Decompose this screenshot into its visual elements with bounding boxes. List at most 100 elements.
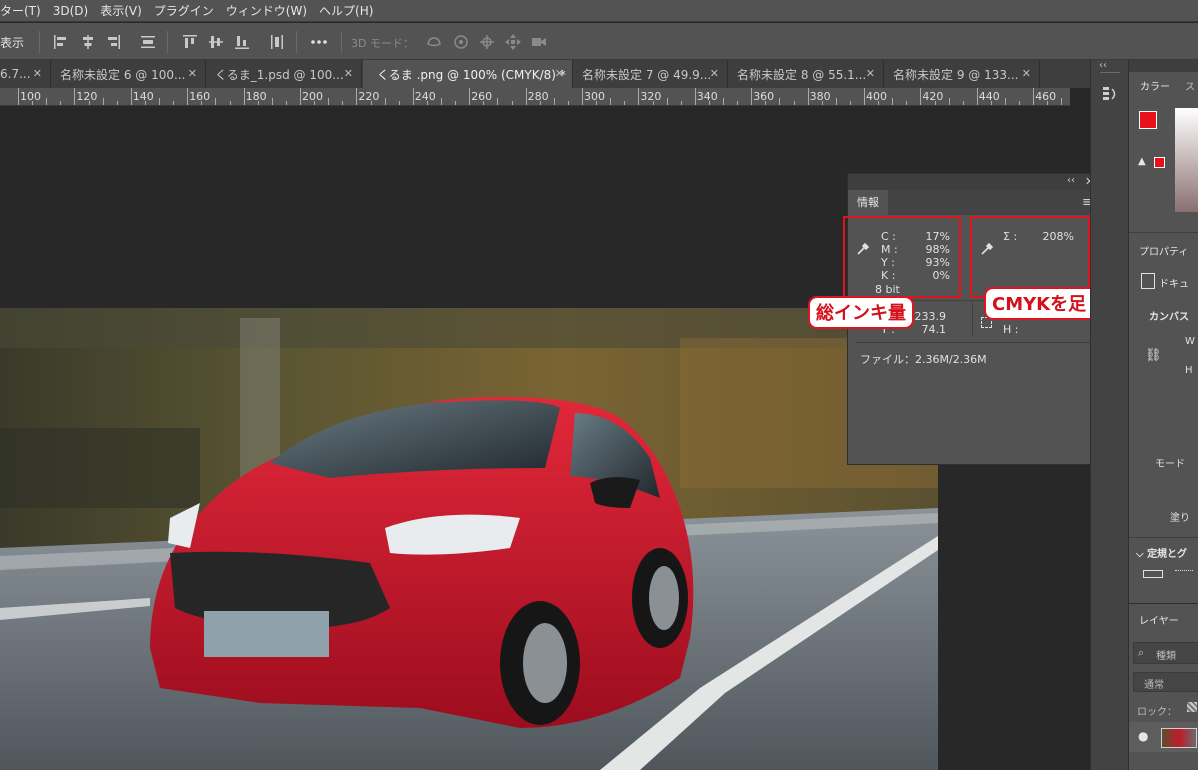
ruler-minor-tick	[455, 101, 457, 105]
collapse-icon[interactable]: ‹‹	[1099, 60, 1107, 71]
close-icon[interactable]: ✕	[33, 67, 42, 80]
show-transform-label[interactable]: 表示	[0, 34, 24, 51]
ruler-icon[interactable]	[1143, 570, 1163, 578]
close-icon[interactable]: ✕	[710, 67, 719, 80]
ruler-minor-tick	[314, 101, 316, 105]
align-vcenter-icon[interactable]	[207, 33, 225, 51]
close-icon[interactable]: ✕	[866, 67, 875, 80]
tab-color[interactable]: カラー	[1140, 78, 1170, 93]
menu-view[interactable]: 表示(V)	[100, 2, 150, 19]
rulers-grids-section[interactable]: ⌵ 定規とグ	[1136, 545, 1187, 560]
close-icon[interactable]: ✕	[188, 67, 197, 80]
properties-label[interactable]: プロパティ	[1139, 243, 1188, 258]
ruler-minor-tick	[483, 101, 485, 105]
horizontal-ruler[interactable]: 100 120 140 160 180 200 220 240 260 280 300 320 340 3…	[0, 88, 1070, 106]
ruler-minor-tick	[948, 98, 950, 105]
camera-3d-icon[interactable]	[530, 33, 548, 51]
lock-transparent-icon[interactable]	[1187, 702, 1197, 712]
3d-mode-label: 3D モード：	[351, 37, 414, 50]
more-options-icon[interactable]	[310, 33, 328, 51]
align-bottom-icon[interactable]	[233, 33, 251, 51]
ruler-label: 140	[132, 90, 154, 103]
menu-filter[interactable]: ター(T)	[0, 2, 49, 19]
menu-3d[interactable]: 3D(D)	[53, 4, 96, 18]
ruler-label: 300	[584, 90, 605, 103]
search-icon: ⌕	[1138, 646, 1145, 659]
ruler-minor-tick	[680, 101, 682, 105]
ruler-major-tick	[751, 88, 753, 105]
ruler-label: 440	[978, 90, 1000, 103]
ruler-major-tick	[130, 88, 132, 105]
ruler-minor-tick	[426, 101, 428, 105]
ruler-minor-tick	[229, 101, 231, 105]
slide-3d-icon[interactable]	[504, 33, 522, 51]
ruler-minor-tick	[88, 101, 90, 105]
tab-doc-7[interactable]: 名称未設定 9 @ 133... ✕	[885, 60, 1040, 88]
close-icon[interactable]: ✕	[555, 67, 564, 80]
ruler-minor-tick	[497, 98, 499, 105]
foreground-color-swatch[interactable]	[1139, 111, 1157, 129]
ruler-minor-tick	[32, 101, 34, 105]
ruler-minor-tick	[567, 101, 569, 105]
menu-window[interactable]: ウィンドウ(W)	[226, 2, 315, 19]
tab-doc-5[interactable]: 名称未設定 7 @ 49.9... ✕	[574, 60, 728, 88]
close-icon[interactable]: ✕	[1022, 67, 1031, 80]
gamut-warning-swatch[interactable]	[1154, 157, 1165, 168]
ruler-minor-tick	[553, 98, 555, 105]
tab-doc-6[interactable]: 名称未設定 8 @ 55.1... ✕	[729, 60, 884, 88]
ruler-minor-tick	[342, 101, 344, 105]
grid-icon[interactable]	[1175, 570, 1193, 578]
visibility-eye-icon[interactable]: ●	[1138, 729, 1148, 743]
total-ink-highlight	[843, 216, 961, 298]
roll-3d-icon[interactable]	[452, 33, 470, 51]
tab-layers[interactable]: レイヤー	[1139, 612, 1179, 627]
tab-doc-3[interactable]: くるま_1.psd @ 100... ✕	[207, 60, 362, 88]
ruler-minor-tick	[398, 101, 400, 105]
layer-row[interactable]: ●	[1129, 722, 1198, 752]
ruler-major-tick	[300, 88, 301, 105]
orbit-3d-icon[interactable]	[425, 33, 443, 51]
tab-doc-1[interactable]: 6.7... ✕	[0, 60, 51, 88]
collapse-icon[interactable]: ‹‹	[1067, 175, 1075, 186]
ruler-major-tick	[582, 88, 583, 105]
ruler-minor-tick	[652, 101, 654, 105]
ruler-minor-tick	[511, 101, 513, 105]
info-panel-titlebar[interactable]: ‹‹ ✕	[848, 174, 1098, 190]
tab-doc-2[interactable]: 名称未設定 6 @ 100... ✕	[52, 60, 206, 88]
layer-filter-dropdown[interactable]: ⌕ 種類	[1133, 642, 1198, 664]
ruler-minor-tick	[257, 101, 259, 105]
tab-doc-active[interactable]: くるま .png @ 100% (CMYK/8) * ✕	[363, 60, 573, 88]
history-icon[interactable]	[1101, 85, 1119, 106]
ruler-minor-tick	[666, 98, 668, 105]
height-label: H	[1185, 365, 1193, 376]
ruler-major-tick	[1033, 88, 1035, 105]
ruler-minor-tick	[144, 101, 146, 105]
panel-dock-strip: ‹‹	[1090, 60, 1128, 770]
align-top-icon[interactable]	[181, 33, 199, 51]
distribute-icon[interactable]	[139, 33, 157, 51]
ruler-minor-tick	[849, 101, 851, 105]
h-label: H :	[1003, 323, 1019, 336]
align-right-icon[interactable]	[104, 33, 122, 51]
ruler-minor-tick	[159, 98, 160, 105]
close-icon[interactable]: ✕	[344, 67, 353, 80]
ruler-minor-tick	[102, 98, 104, 105]
ruler-minor-tick	[328, 98, 330, 105]
tab-swatches[interactable]: ス	[1185, 78, 1195, 93]
ruler-minor-tick	[370, 101, 372, 105]
align-hcenter-icon[interactable]	[79, 33, 97, 51]
divider	[1129, 537, 1198, 538]
distribute-vertical-icon[interactable]	[268, 33, 286, 51]
menu-plugins[interactable]: プラグイン	[154, 2, 222, 19]
menu-help[interactable]: ヘルプ(H)	[319, 2, 381, 19]
align-left-icon[interactable]	[52, 33, 70, 51]
blend-mode-dropdown[interactable]: 通常	[1133, 672, 1198, 692]
link-icon[interactable]: ⛓	[1145, 348, 1162, 363]
tab-info[interactable]: 情報	[848, 190, 888, 215]
pan-3d-icon[interactable]	[478, 33, 496, 51]
ruler-major-tick	[469, 88, 471, 105]
ruler-label: 240	[414, 90, 436, 103]
color-picker-field[interactable]	[1175, 108, 1198, 212]
kind-label: 種類	[1156, 651, 1176, 662]
divider	[39, 31, 40, 53]
